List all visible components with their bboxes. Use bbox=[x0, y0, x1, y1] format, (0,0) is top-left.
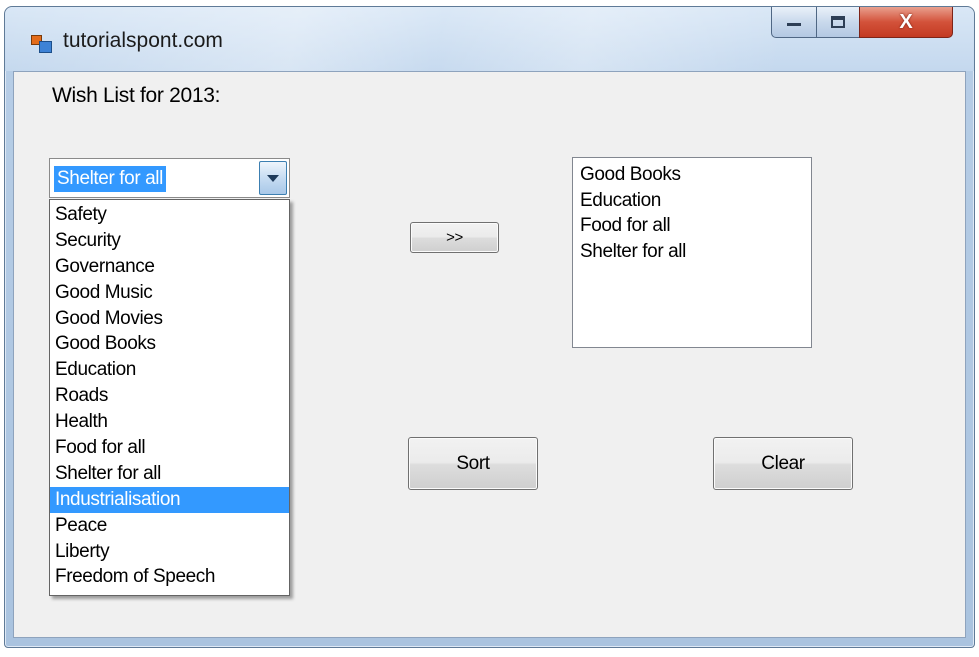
combobox-dropdown-list[interactable]: Safety Security Governance Good Music Go… bbox=[49, 199, 290, 596]
dropdown-option[interactable]: Freedom of Speech bbox=[50, 564, 289, 590]
maximize-button[interactable] bbox=[816, 7, 860, 38]
dropdown-option[interactable]: Good Music bbox=[50, 280, 289, 306]
title-bar[interactable]: tutorialspont.com X bbox=[5, 7, 974, 71]
dropdown-option[interactable]: Shelter for all bbox=[50, 461, 289, 487]
dropdown-option[interactable]: Food for all bbox=[50, 435, 289, 461]
sort-button[interactable]: Sort bbox=[408, 437, 538, 490]
list-item[interactable]: Education bbox=[573, 188, 811, 214]
dropdown-option[interactable]: Peace bbox=[50, 513, 289, 539]
minimize-icon bbox=[787, 23, 801, 26]
dropdown-option[interactable]: Safety bbox=[50, 202, 289, 228]
add-to-list-button[interactable]: >> bbox=[410, 222, 499, 253]
close-button[interactable]: X bbox=[859, 7, 953, 38]
close-icon: X bbox=[899, 10, 913, 33]
dropdown-button[interactable] bbox=[259, 161, 287, 195]
dropdown-option[interactable]: Good Books bbox=[50, 331, 289, 357]
minimize-button[interactable] bbox=[771, 7, 817, 38]
chevron-down-icon bbox=[267, 174, 279, 182]
dropdown-option[interactable]: Roads bbox=[50, 383, 289, 409]
app-icon[interactable] bbox=[31, 35, 52, 53]
clear-button[interactable]: Clear bbox=[713, 437, 853, 490]
dropdown-option[interactable]: Good Movies bbox=[50, 306, 289, 332]
dropdown-option[interactable]: Governance bbox=[50, 254, 289, 280]
list-item[interactable]: Food for all bbox=[573, 213, 811, 239]
list-item[interactable]: Good Books bbox=[573, 162, 811, 188]
dropdown-option[interactable]: Health bbox=[50, 409, 289, 435]
window-title: tutorialspont.com bbox=[63, 29, 223, 52]
dropdown-option[interactable]: Education bbox=[50, 357, 289, 383]
combobox-selected-value[interactable]: Shelter for all bbox=[54, 166, 166, 192]
list-item[interactable]: Shelter for all bbox=[573, 239, 811, 265]
wish-combobox[interactable]: Shelter for all bbox=[49, 158, 290, 198]
dropdown-option[interactable]: Security bbox=[50, 228, 289, 254]
maximize-icon bbox=[831, 16, 845, 28]
wish-listbox[interactable]: Good Books Education Food for all Shelte… bbox=[572, 157, 812, 348]
dropdown-option[interactable]: Liberty bbox=[50, 539, 289, 565]
wish-list-label: Wish List for 2013: bbox=[52, 84, 221, 107]
dropdown-option-highlighted[interactable]: Industrialisation bbox=[50, 486, 289, 513]
